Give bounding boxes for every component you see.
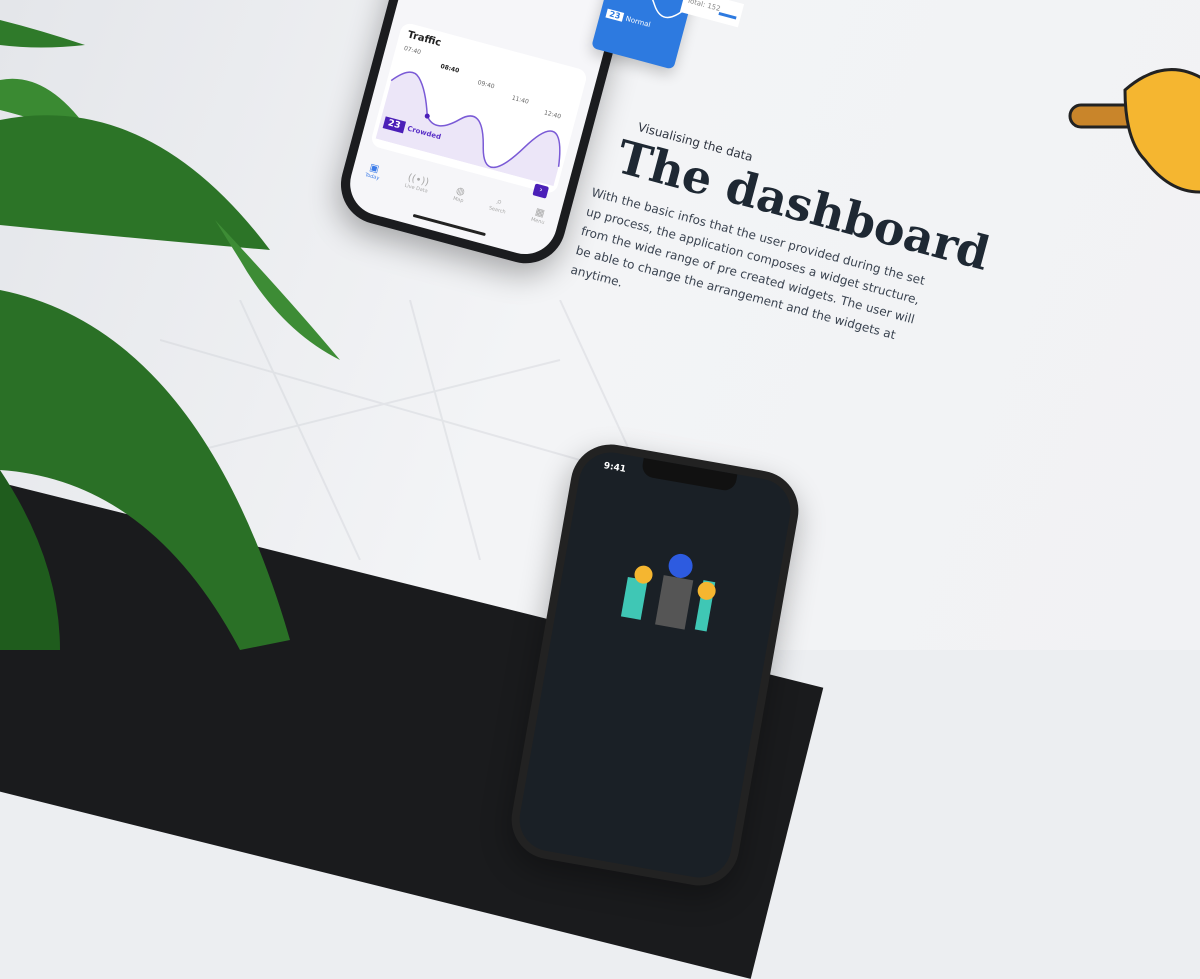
photo-background: Traffic 07:40 08:40 09:40 11:40 12:40 23… bbox=[0, 0, 1200, 979]
traffic-widget[interactable]: Traffic 07:40 08:40 09:40 11:40 12:40 23… bbox=[369, 21, 589, 199]
total-card: Total: 152 bbox=[679, 0, 745, 28]
home-indicator bbox=[412, 213, 486, 237]
tab-live-data[interactable]: ((•)) Live Data bbox=[404, 172, 431, 194]
total-label: Total: 152 bbox=[686, 0, 722, 14]
plant-leaves bbox=[0, 20, 340, 650]
tab-label: Map bbox=[452, 195, 465, 205]
card-badge: 23 bbox=[605, 8, 625, 22]
phone-notch bbox=[640, 457, 738, 493]
total-bar bbox=[718, 12, 737, 20]
tab-map[interactable]: ◍ Map bbox=[452, 185, 467, 204]
next-button[interactable]: › bbox=[532, 183, 550, 199]
status-time: 9:41 bbox=[602, 461, 627, 475]
tab-menu[interactable]: ▦ Menu bbox=[530, 206, 548, 226]
tab-search[interactable]: ⌕ Search bbox=[488, 195, 509, 215]
pointing-hand-illustration bbox=[1068, 68, 1200, 194]
tab-today[interactable]: ▣ Today bbox=[364, 162, 382, 182]
person-illustration bbox=[620, 553, 716, 632]
tick: 07:40 bbox=[403, 44, 422, 57]
